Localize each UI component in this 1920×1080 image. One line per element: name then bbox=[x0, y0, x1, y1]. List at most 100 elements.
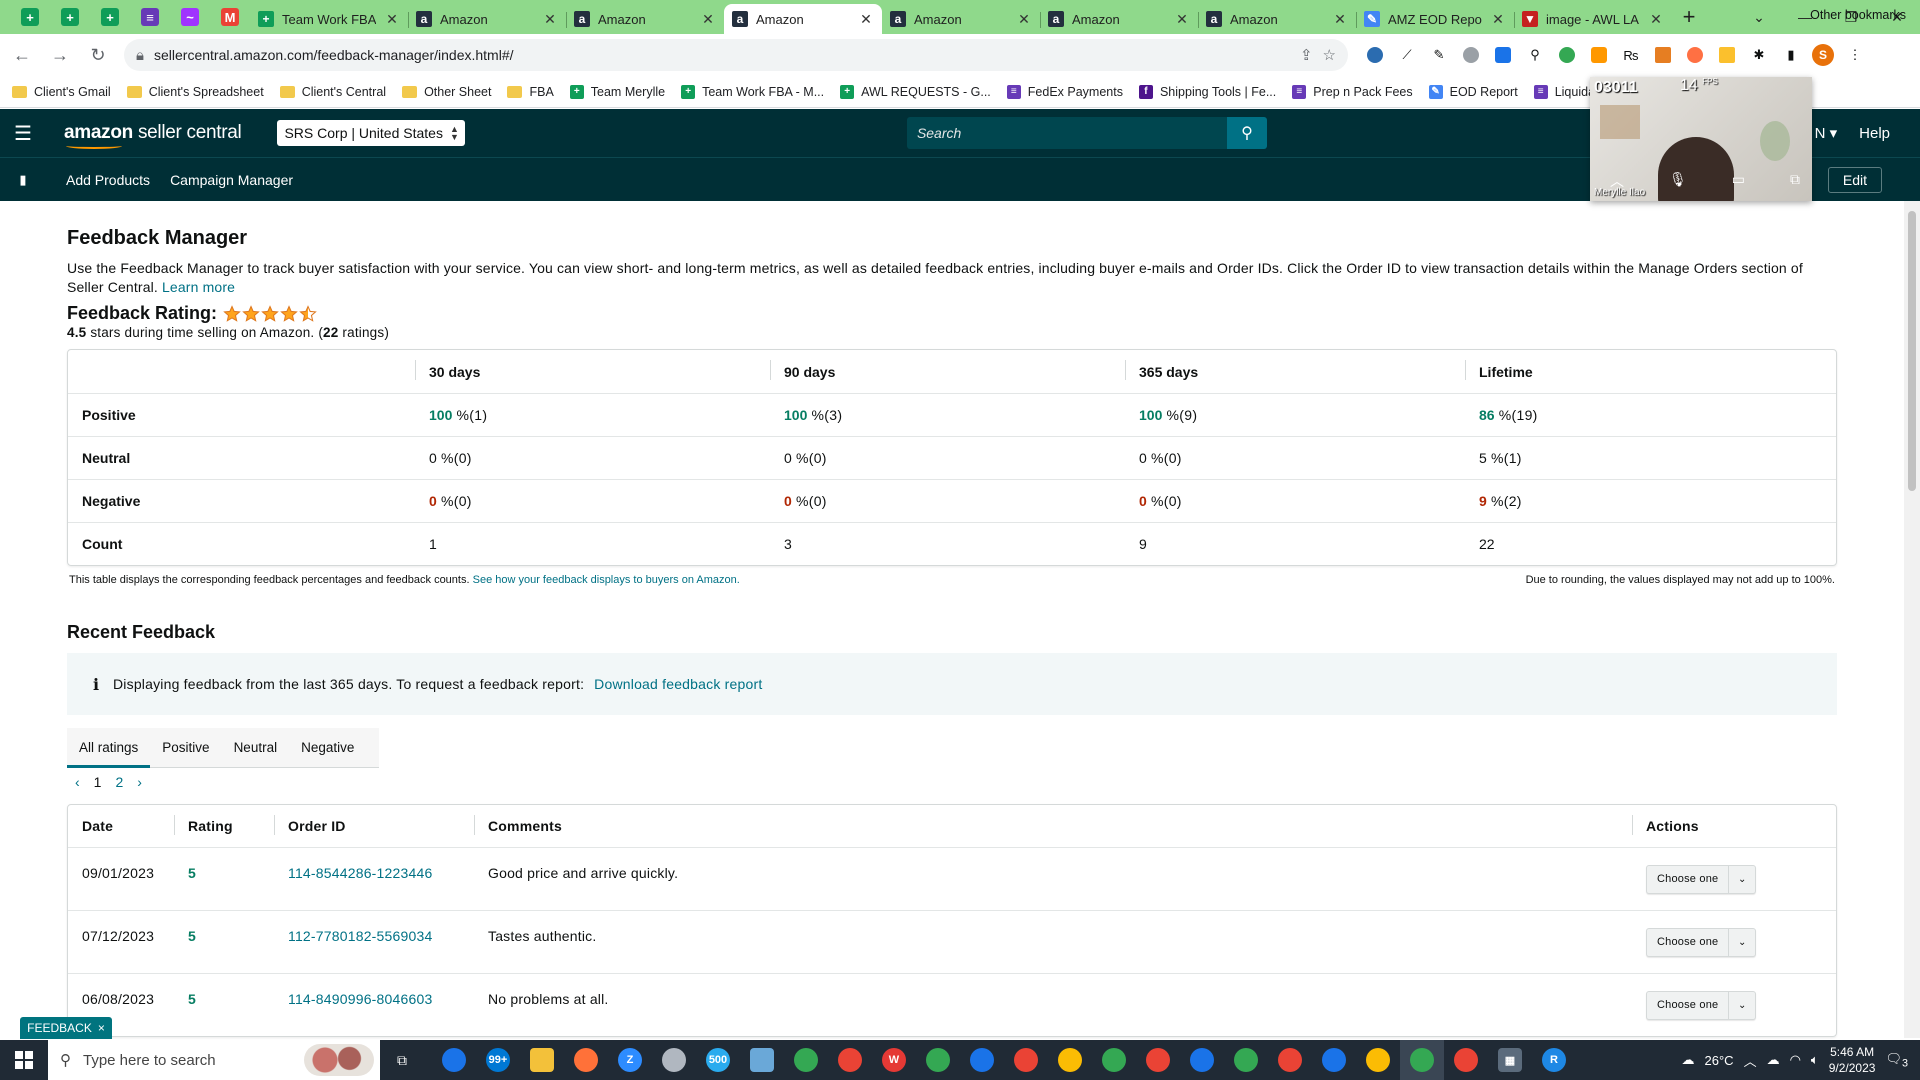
page-scrollbar[interactable] bbox=[1904, 201, 1920, 1038]
speaker-icon[interactable]: 🔈︎ bbox=[1811, 1052, 1819, 1068]
close-tab-icon[interactable]: ✕ bbox=[1016, 11, 1032, 28]
search-input[interactable]: Search bbox=[906, 117, 1227, 149]
browser-tab[interactable]: + Team Work FBA - ✕ bbox=[250, 4, 408, 34]
pinned-tab[interactable]: + bbox=[50, 0, 90, 34]
menu-kebab-icon[interactable]: ⋮ bbox=[1842, 42, 1868, 68]
bookmark-item[interactable]: Client's Gmail bbox=[12, 85, 111, 99]
learn-more-link[interactable]: Learn more bbox=[162, 279, 235, 295]
actions-dropdown[interactable]: Choose one ⌄ bbox=[1646, 864, 1757, 894]
new-tab-button[interactable]: + bbox=[1672, 0, 1706, 34]
bookmark-item[interactable]: Other Sheet bbox=[402, 85, 491, 99]
pinned-tab[interactable]: ≡ bbox=[130, 0, 170, 34]
tab-negative[interactable]: Negative bbox=[289, 728, 366, 768]
scrollbar-thumb[interactable] bbox=[1908, 211, 1916, 491]
camera-icon[interactable]: ▭ bbox=[1732, 171, 1745, 191]
calculator-icon[interactable]: ▦ bbox=[1488, 1040, 1532, 1080]
extension-icon[interactable] bbox=[1650, 42, 1676, 68]
bookmark-item[interactable]: ✎ EOD Report bbox=[1428, 84, 1518, 99]
chrome-icon[interactable] bbox=[784, 1040, 828, 1080]
extension-icon[interactable] bbox=[1586, 42, 1612, 68]
nav-add-products[interactable]: Add Products bbox=[66, 172, 150, 188]
chrome-icon[interactable] bbox=[1444, 1040, 1488, 1080]
address-bar[interactable]: 🔒︎ sellercentral.amazon.com/feedback-man… bbox=[124, 39, 1348, 71]
chrome-icon[interactable] bbox=[1356, 1040, 1400, 1080]
bookmark-item[interactable]: + AWL REQUESTS - G... bbox=[840, 84, 991, 99]
extension-icon[interactable] bbox=[1490, 42, 1516, 68]
pinned-tab[interactable]: ~ bbox=[170, 0, 210, 34]
bookmark-item[interactable]: FBA bbox=[507, 85, 554, 99]
forward-icon[interactable]: → bbox=[44, 39, 76, 71]
browser-tab[interactable]: a Amazon ✕ bbox=[1198, 4, 1356, 34]
taskbar-search-input[interactable]: ⚲ Type here to search bbox=[48, 1040, 380, 1080]
chrome-icon[interactable] bbox=[1180, 1040, 1224, 1080]
account-switcher[interactable]: SRS Corp | United States ▲ ▼ bbox=[277, 120, 465, 146]
chrome-icon[interactable] bbox=[1312, 1040, 1356, 1080]
download-report-link[interactable]: Download feedback report bbox=[594, 676, 762, 692]
close-tab-icon[interactable]: ✕ bbox=[542, 11, 558, 28]
extension-icon[interactable] bbox=[1714, 42, 1740, 68]
wifi-icon[interactable]: ◠ bbox=[1790, 1052, 1801, 1068]
tab-all-ratings[interactable]: All ratings bbox=[67, 728, 151, 768]
tab-positive[interactable]: Positive bbox=[150, 728, 221, 768]
chrome-icon[interactable] bbox=[1004, 1040, 1048, 1080]
chrome-icon[interactable] bbox=[1268, 1040, 1312, 1080]
hamburger-menu-icon[interactable]: ☰ bbox=[0, 109, 46, 157]
chevron-right-icon[interactable]: › bbox=[137, 774, 142, 790]
extension-icon[interactable]: ⟋ bbox=[1394, 42, 1420, 68]
taskbar-clock[interactable]: 5:46 AM 9/2/2023 bbox=[1829, 1044, 1876, 1076]
chrome-icon[interactable] bbox=[960, 1040, 1004, 1080]
extension-icon[interactable]: ⚲ bbox=[1522, 42, 1548, 68]
extension-icon[interactable]: ✎ bbox=[1426, 42, 1452, 68]
zoom-icon[interactable]: Z bbox=[608, 1040, 652, 1080]
browser-tab[interactable]: a Amazon ✕ bbox=[1040, 4, 1198, 34]
feedback-display-link[interactable]: See how your feedback displays to buyers… bbox=[473, 574, 740, 586]
close-tab-icon[interactable]: ✕ bbox=[1174, 11, 1190, 28]
extension-icon[interactable] bbox=[1362, 42, 1388, 68]
mail-icon[interactable]: 99+ bbox=[476, 1040, 520, 1080]
browser-tab[interactable]: a Amazon ✕ bbox=[882, 4, 1040, 34]
close-tab-icon[interactable]: ✕ bbox=[1648, 11, 1664, 28]
help-link[interactable]: Help bbox=[1859, 125, 1890, 142]
page-2[interactable]: 2 bbox=[115, 774, 123, 790]
page-1[interactable]: 1 bbox=[94, 774, 102, 790]
reload-icon[interactable]: ↻ bbox=[82, 39, 114, 71]
search-button[interactable]: ⚲ bbox=[1226, 117, 1267, 149]
app-icon[interactable] bbox=[652, 1040, 696, 1080]
tab-search-icon[interactable]: ⌄ bbox=[1736, 0, 1782, 34]
wps-icon[interactable]: W bbox=[872, 1040, 916, 1080]
tray-chevron-up-icon[interactable]: ︿ bbox=[1744, 1051, 1757, 1070]
bookmark-item[interactable]: Client's Spreadsheet bbox=[126, 85, 264, 99]
extension-icon[interactable] bbox=[1682, 42, 1708, 68]
chrome-icon[interactable] bbox=[1048, 1040, 1092, 1080]
bookmark-item[interactable]: ≡ Prep n Pack Fees bbox=[1292, 84, 1413, 99]
order-id-link[interactable]: 112-7780182-5569034 bbox=[288, 928, 432, 944]
video-call-overlay[interactable]: 03011 14 FPS ︿ 🎙︎ ▭ ⧉ Merylle Ilao bbox=[1590, 77, 1812, 201]
chrome-icon[interactable] bbox=[432, 1040, 476, 1080]
actions-dropdown[interactable]: Choose one ⌄ bbox=[1646, 990, 1757, 1020]
extension-icon[interactable] bbox=[1554, 42, 1580, 68]
windows-start-icon[interactable] bbox=[0, 1040, 48, 1080]
task-view-icon[interactable]: ⧉ bbox=[380, 1040, 424, 1080]
back-icon[interactable]: ← bbox=[6, 39, 38, 71]
pinned-tab[interactable]: + bbox=[90, 0, 130, 34]
browser-tab[interactable]: a Amazon ✕ bbox=[566, 4, 724, 34]
notepad-icon[interactable] bbox=[740, 1040, 784, 1080]
onedrive-icon[interactable]: ☁ bbox=[1767, 1052, 1780, 1068]
chrome-icon[interactable] bbox=[828, 1040, 872, 1080]
extension-icon[interactable] bbox=[1458, 42, 1484, 68]
chrome-icon[interactable] bbox=[1224, 1040, 1268, 1080]
firefox-icon[interactable] bbox=[564, 1040, 608, 1080]
bookmark-item[interactable]: f Shipping Tools | Fe... bbox=[1138, 84, 1276, 99]
bookmark-item[interactable]: Client's Central bbox=[279, 85, 386, 99]
tab-neutral[interactable]: Neutral bbox=[222, 728, 290, 768]
chevron-left-icon[interactable]: ‹ bbox=[75, 774, 80, 790]
close-tab-icon[interactable]: ✕ bbox=[1490, 11, 1506, 28]
chrome-icon[interactable] bbox=[1136, 1040, 1180, 1080]
profile-avatar[interactable]: S bbox=[1810, 42, 1836, 68]
weather-temp[interactable]: 26°C bbox=[1705, 1053, 1734, 1068]
actions-dropdown[interactable]: Choose one ⌄ bbox=[1646, 927, 1757, 957]
browser-tab[interactable]: ✎ AMZ EOD Report ✕ bbox=[1356, 4, 1514, 34]
order-id-link[interactable]: 114-8490996-8046603 bbox=[288, 991, 432, 1007]
bookmark-star-icon[interactable]: ☆ bbox=[1323, 46, 1336, 64]
telegram-icon[interactable]: 500 bbox=[696, 1040, 740, 1080]
